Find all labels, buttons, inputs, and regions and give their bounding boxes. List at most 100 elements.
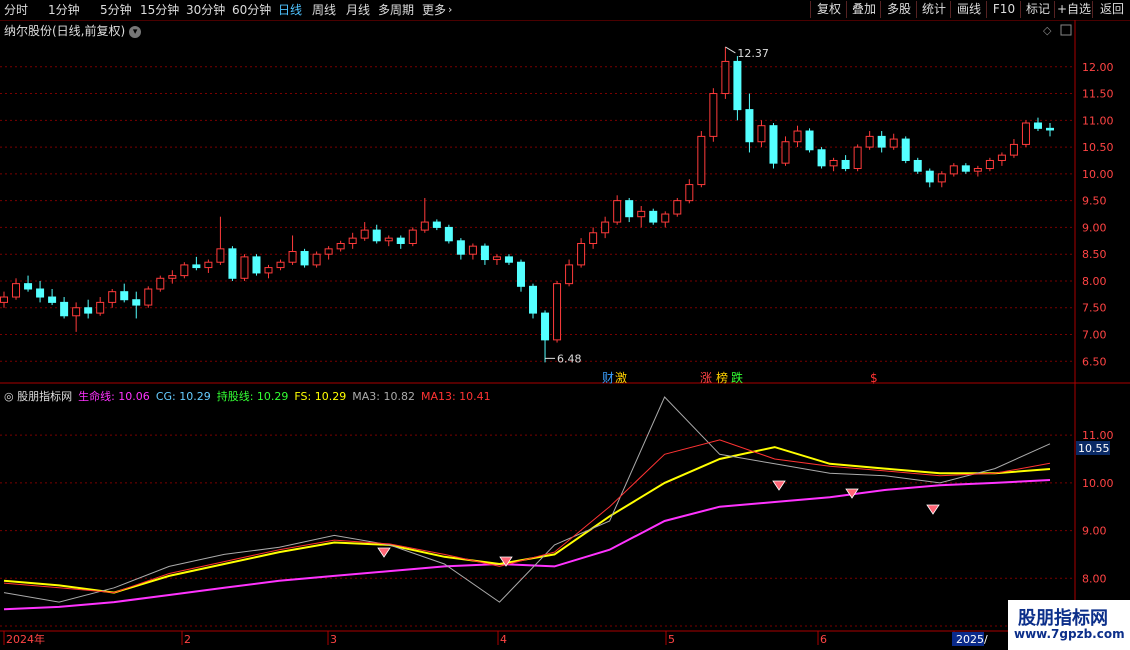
event-marker-5: $ <box>870 371 878 385</box>
price-tick-label: 8.00 <box>1082 275 1107 288</box>
high-pointer <box>725 46 736 54</box>
indicator-name: ◎ 股朋指标网 <box>4 390 73 403</box>
indicator-header: ◎ 股朋指标网 生命线: 10.06 CG: 10.29 持股线: 10.29 FS: … <box>4 388 497 404</box>
candle-body <box>492 256 501 261</box>
price-tick-label: 12.00 <box>1082 61 1114 74</box>
candlestick-chart[interactable]: 12.00 11.50 11.00 10.50 10.00 9.50 9.00 8.50 8.0… <box>0 0 1130 650</box>
candle-body <box>673 200 682 215</box>
candle-body <box>96 301 105 314</box>
candle-body <box>757 125 766 143</box>
candle-body <box>384 237 393 242</box>
candle-body <box>553 283 562 341</box>
candle-body <box>937 173 946 183</box>
current-value-text: 10.55 <box>1078 442 1110 455</box>
candle-body <box>541 312 550 341</box>
indicator-value-2: 持股线: 10.29 <box>216 390 289 403</box>
candle-body <box>1021 122 1030 145</box>
candle-body <box>529 285 538 314</box>
candle-body <box>288 251 297 263</box>
price-tick-label: 9.00 <box>1082 221 1107 234</box>
indicator-value-4: MA3: 10.82 <box>352 390 415 403</box>
indicator-tick-label: 11.00 <box>1082 429 1114 442</box>
indicator-value-1: CG: 10.29 <box>155 390 211 403</box>
gem-marker-icon <box>926 504 940 515</box>
event-marker-2: 涨 <box>700 370 712 385</box>
candle-body <box>204 261 213 269</box>
candle-body <box>661 213 670 223</box>
candle-body <box>12 283 21 298</box>
candle-body <box>372 229 381 242</box>
price-tick-label: 11.00 <box>1082 114 1114 127</box>
candle-body <box>72 307 81 317</box>
candle-body <box>901 138 910 161</box>
candle-body <box>108 291 117 303</box>
candle-body <box>613 200 622 223</box>
candle-body <box>300 251 309 266</box>
candle-body <box>985 159 994 170</box>
candle-body <box>877 135 886 148</box>
candle-body <box>997 154 1006 161</box>
candle-body <box>697 135 706 186</box>
high-price-label: 12.37 <box>737 47 769 60</box>
candle-body <box>1033 122 1042 129</box>
indicator-tick-label: 10.00 <box>1082 477 1114 490</box>
candle-body <box>468 245 477 255</box>
candle-body <box>264 267 273 274</box>
candle-body <box>156 277 165 290</box>
indicator-line-FS <box>3 446 1051 594</box>
price-tick-label: 11.50 <box>1082 88 1114 101</box>
candle-body <box>180 264 189 277</box>
candle-body <box>336 242 345 250</box>
date-label-2: 3 <box>330 633 337 646</box>
candle-body <box>793 130 802 143</box>
candle-body <box>853 146 862 170</box>
candle-body <box>841 159 850 170</box>
candle-body <box>516 261 525 287</box>
date-label-5: 6 <box>820 633 827 646</box>
candle-body <box>48 296 57 303</box>
candle-body <box>168 275 177 279</box>
price-tick-label: 10.50 <box>1082 141 1114 154</box>
candle-body <box>973 168 982 172</box>
candle-body <box>925 170 934 183</box>
candle-body <box>685 184 694 202</box>
low-price-label: 6.48 <box>557 352 582 365</box>
candle-body <box>144 288 153 306</box>
candle-body <box>769 125 778 164</box>
candle-body <box>601 221 610 234</box>
date-label-6: 2025/ <box>956 633 988 646</box>
candle-body <box>781 141 790 164</box>
candle-body <box>745 109 754 143</box>
candle-body <box>216 248 225 263</box>
watermark-url: www.7gpzb.com <box>1014 627 1125 641</box>
candle-body <box>649 210 658 223</box>
price-tick-label: 6.50 <box>1082 355 1107 368</box>
indicator-tick-label: 8.00 <box>1082 572 1107 585</box>
price-tick-label: 7.00 <box>1082 329 1107 342</box>
candle-body <box>889 138 898 148</box>
candle-body <box>84 307 93 314</box>
candle-body <box>865 135 874 148</box>
candle-body <box>0 296 8 303</box>
candle-body <box>432 221 441 228</box>
event-marker-4: 跌 <box>731 370 743 385</box>
event-marker-1: 激 <box>615 371 627 385</box>
price-tick-label: 7.50 <box>1082 302 1107 315</box>
candle-body <box>1009 143 1018 156</box>
candle-body <box>913 159 922 172</box>
indicator-value-3: FS: 10.29 <box>294 390 347 403</box>
event-marker-3: 榜 <box>716 370 728 385</box>
indicator-line-生命线 <box>3 479 1051 611</box>
candle-body <box>625 200 634 218</box>
price-tick-label: 10.00 <box>1082 168 1114 181</box>
candle-body <box>565 264 574 285</box>
date-label-1: 2 <box>184 633 191 646</box>
candle-body <box>949 165 958 175</box>
gem-marker-icon <box>377 547 391 558</box>
date-label-0: 2024年 <box>6 632 45 646</box>
candle-body <box>360 229 369 239</box>
gem-marker-icon <box>772 480 786 491</box>
indicator-line-MA3 <box>3 396 1051 603</box>
candle-body <box>589 232 598 244</box>
candle-body <box>420 221 429 231</box>
